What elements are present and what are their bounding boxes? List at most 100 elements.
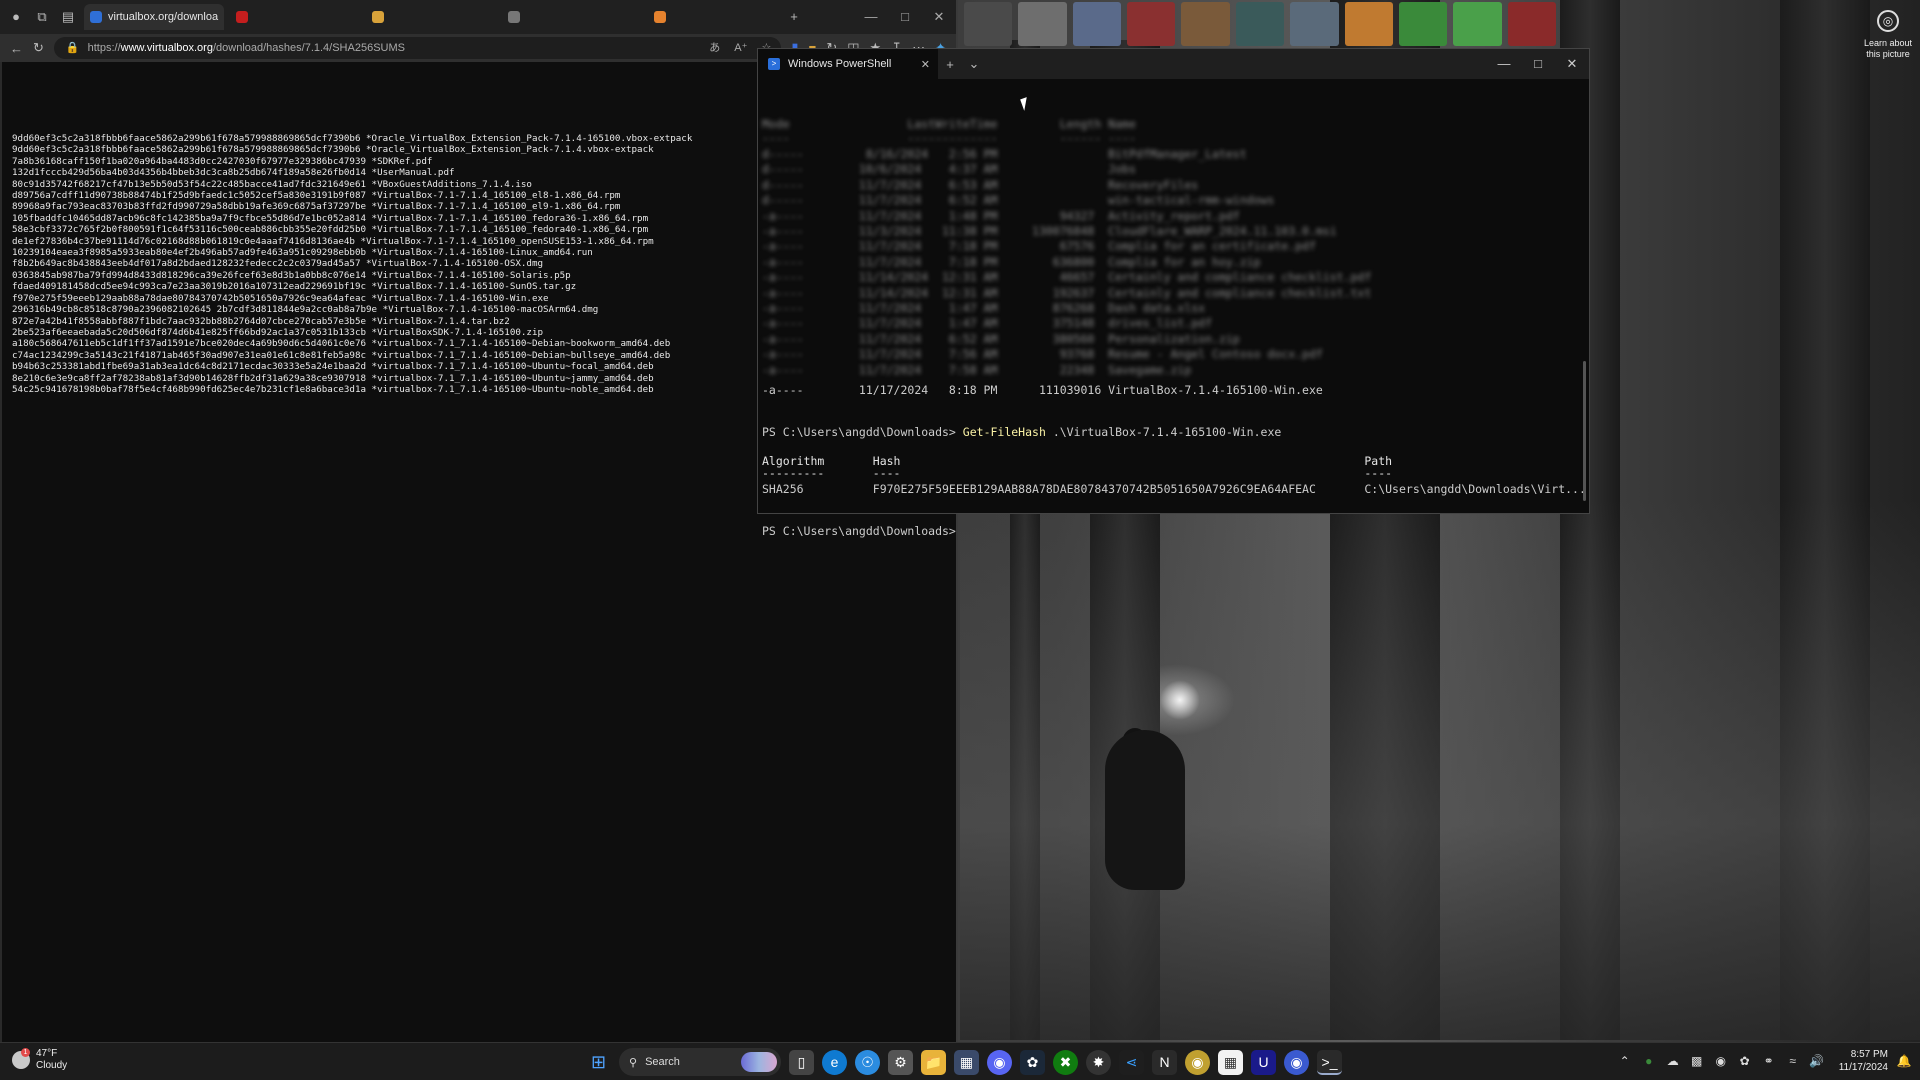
- terminal-output[interactable]: Mode LastWriteTime Length Name ---- ----…: [758, 79, 1589, 538]
- tab-favicon-icon: [236, 11, 248, 23]
- workspaces-icon[interactable]: ⧉: [32, 7, 52, 27]
- translate-icon[interactable]: あ: [709, 37, 720, 59]
- wallpaper-fog: [960, 500, 1920, 1040]
- tray-app-icon[interactable]: ◉: [1713, 1054, 1729, 1068]
- browser-tab[interactable]: [502, 4, 642, 30]
- remote-desktop-icon[interactable]: ▦: [954, 1049, 979, 1075]
- browser-tab[interactable]: [648, 4, 778, 30]
- tray-app-icon[interactable]: ▩: [1689, 1054, 1705, 1068]
- current-prompt: PS C:\Users\angdd\Downloads>: [762, 524, 956, 538]
- vertical-tabs-icon[interactable]: ▤: [58, 7, 78, 27]
- dir-file-row: -a---- 11/17/2024 8:18 PM 111039016 Virt…: [762, 383, 1323, 397]
- vpn-app-icon[interactable]: ☉: [855, 1049, 880, 1075]
- camera-icon: ◎: [1877, 10, 1899, 32]
- clock-date: 11/17/2024: [1838, 1062, 1888, 1073]
- wifi-icon[interactable]: ≈: [1785, 1054, 1801, 1068]
- browser-tab[interactable]: virtualbox.org/downloa ✕: [84, 4, 224, 30]
- close-icon[interactable]: ✕: [1555, 56, 1589, 72]
- terminal-tab[interactable]: > Windows PowerShell ✕: [758, 49, 938, 79]
- dir-row-blurred: -a---- 11/14/2024 12:31 AM 46657 Certain…: [762, 270, 1372, 285]
- desktop-shortcut-icon[interactable]: [1072, 2, 1122, 46]
- cmd-argument: .\VirtualBox-7.1.4-165100-Win.exe: [1045, 425, 1282, 439]
- weather-widget[interactable]: 1 47°F Cloudy: [12, 1048, 67, 1072]
- desktop-shortcut-icon[interactable]: [1344, 2, 1393, 46]
- desktop-shortcut-icon[interactable]: [1018, 2, 1067, 46]
- hash-table-row: SHA256 F970E275F59EEEB129AAB88A78DAE8078…: [762, 482, 1586, 496]
- app-icon[interactable]: ◉: [1284, 1049, 1309, 1075]
- tab-favicon-icon: [508, 11, 520, 23]
- notion-icon[interactable]: N: [1152, 1049, 1177, 1075]
- vscode-icon[interactable]: ⋖: [1119, 1049, 1144, 1075]
- desktop-shortcut-icon[interactable]: [1127, 2, 1176, 46]
- desktop-shortcut-icon[interactable]: [1235, 2, 1285, 46]
- dir-header: Mode LastWriteTime Length Name: [762, 117, 1136, 131]
- app-icon[interactable]: ◉: [1185, 1049, 1210, 1075]
- onedrive-icon[interactable]: ☁: [1665, 1054, 1681, 1068]
- steam-icon[interactable]: ✿: [1020, 1049, 1045, 1075]
- steam-tray-icon[interactable]: ✿: [1737, 1054, 1753, 1068]
- refresh-icon[interactable]: ↻: [33, 40, 44, 56]
- desktop-shortcut-icon[interactable]: [1453, 2, 1502, 46]
- dir-row-blurred: -a---- 11/7/2024 1:48 PM 94327 Activity_…: [762, 208, 1240, 223]
- chevron-up-icon[interactable]: ⌃: [1617, 1054, 1633, 1068]
- desktop-shortcut-icon[interactable]: [1290, 2, 1339, 46]
- chevron-down-icon[interactable]: ⌄: [962, 56, 986, 72]
- volume-icon[interactable]: 🔊: [1809, 1054, 1825, 1068]
- desktop-shortcut-icon[interactable]: [1398, 2, 1448, 46]
- close-tab-icon[interactable]: ✕: [921, 58, 930, 71]
- system-tray: ⌃ ● ☁ ▩ ◉ ✿ ⚭ ≈ 🔊 8:57 PM 11/17/2024 🔔: [1617, 1048, 1912, 1074]
- microsoft-store-icon[interactable]: ▦: [1218, 1049, 1243, 1075]
- dir-row-blurred: -a---- 11/3/2024 11:38 PM 130076848 Clou…: [762, 224, 1337, 238]
- browser-tab[interactable]: [366, 4, 496, 30]
- url-path: /download/hashes/7.1.4/SHA256SUMS: [212, 42, 405, 54]
- dir-row-blurred: d----- 8/16/2024 2:56 PM BitPdfManager_L…: [762, 147, 1247, 161]
- back-icon[interactable]: ←: [10, 41, 23, 56]
- browser-tab-label: virtualbox.org/downloa: [108, 11, 219, 23]
- chatgpt-icon[interactable]: ✸: [1086, 1049, 1111, 1075]
- desktop-shortcut-icon[interactable]: [964, 2, 1013, 46]
- file-explorer-icon[interactable]: 📁: [921, 1049, 946, 1075]
- terminal-icon[interactable]: >_: [1317, 1049, 1342, 1075]
- desktop-shortcut-icon[interactable]: [1181, 2, 1230, 46]
- close-icon[interactable]: ✕: [922, 9, 956, 25]
- minimize-icon[interactable]: —: [854, 9, 888, 25]
- hash-table-separator: --------- ---- ----: [762, 466, 1393, 480]
- prompt-text: PS C:\Users\angdd\Downloads>: [762, 425, 963, 439]
- task-view-icon[interactable]: ▯: [789, 1049, 814, 1075]
- powershell-window: > Windows PowerShell ✕ + ⌄ — □ ✕ Mode La…: [757, 48, 1590, 538]
- learn-about-picture[interactable]: ◎ Learn about this picture: [1858, 10, 1918, 60]
- cloud-weather-icon: 1: [12, 1048, 30, 1069]
- desktop-shortcut-icon[interactable]: [1507, 2, 1556, 46]
- notification-bell-icon[interactable]: 🔔: [1896, 1054, 1912, 1068]
- dir-row-blurred: -a---- 11/14/2024 12:31 AM 192637 Certai…: [762, 285, 1372, 300]
- edge-icon[interactable]: e: [822, 1049, 847, 1075]
- terminal-scrollbar[interactable]: [1583, 361, 1586, 501]
- dir-header-separator: ---- ------------- ------ ----: [762, 131, 1136, 145]
- minimize-icon[interactable]: —: [1487, 56, 1521, 72]
- dir-row-blurred: -a---- 11/7/2024 7:56 AM 93768 Resume - …: [762, 347, 1323, 362]
- system-clock[interactable]: 8:57 PM 11/17/2024: [1839, 1048, 1888, 1074]
- url-input[interactable]: 🔒 https://www.virtualbox.org/download/ha…: [53, 37, 782, 59]
- discord-icon[interactable]: ◉: [987, 1049, 1012, 1075]
- new-tab-icon[interactable]: +: [784, 7, 804, 27]
- xbox-icon[interactable]: ✖: [1053, 1049, 1078, 1075]
- windows-start-icon[interactable]: ⊞: [586, 1050, 611, 1075]
- maximize-icon[interactable]: □: [1521, 56, 1555, 72]
- ue-icon[interactable]: U: [1251, 1049, 1276, 1075]
- taskbar-search[interactable]: ⚲ Search: [619, 1048, 781, 1076]
- terminal-tab-title: Windows PowerShell: [788, 58, 892, 70]
- powershell-icon: >: [768, 58, 780, 70]
- settings-gear-icon[interactable]: ⚙: [888, 1049, 913, 1075]
- maximize-icon[interactable]: □: [888, 9, 922, 25]
- microphone-icon[interactable]: ⚭: [1761, 1054, 1777, 1068]
- url-host: www.virtualbox.org: [120, 42, 213, 54]
- profile-icon[interactable]: ●: [6, 7, 26, 27]
- tray-app-icon[interactable]: ●: [1641, 1054, 1657, 1068]
- read-aloud-icon[interactable]: A⁺: [734, 37, 747, 59]
- clock-time: 8:57 PM: [1850, 1049, 1888, 1060]
- new-tab-icon[interactable]: +: [938, 57, 962, 72]
- browser-tab-bar: ● ⧉ ▤ virtualbox.org/downloa ✕ + — □ ✕: [0, 0, 956, 34]
- command-line: PS C:\Users\angdd\Downloads> Get-FileHas…: [762, 425, 1281, 439]
- browser-tab[interactable]: [230, 4, 360, 30]
- dir-row-blurred: -a---- 11/7/2024 1:47 AM 876268 Dash dat…: [762, 301, 1206, 315]
